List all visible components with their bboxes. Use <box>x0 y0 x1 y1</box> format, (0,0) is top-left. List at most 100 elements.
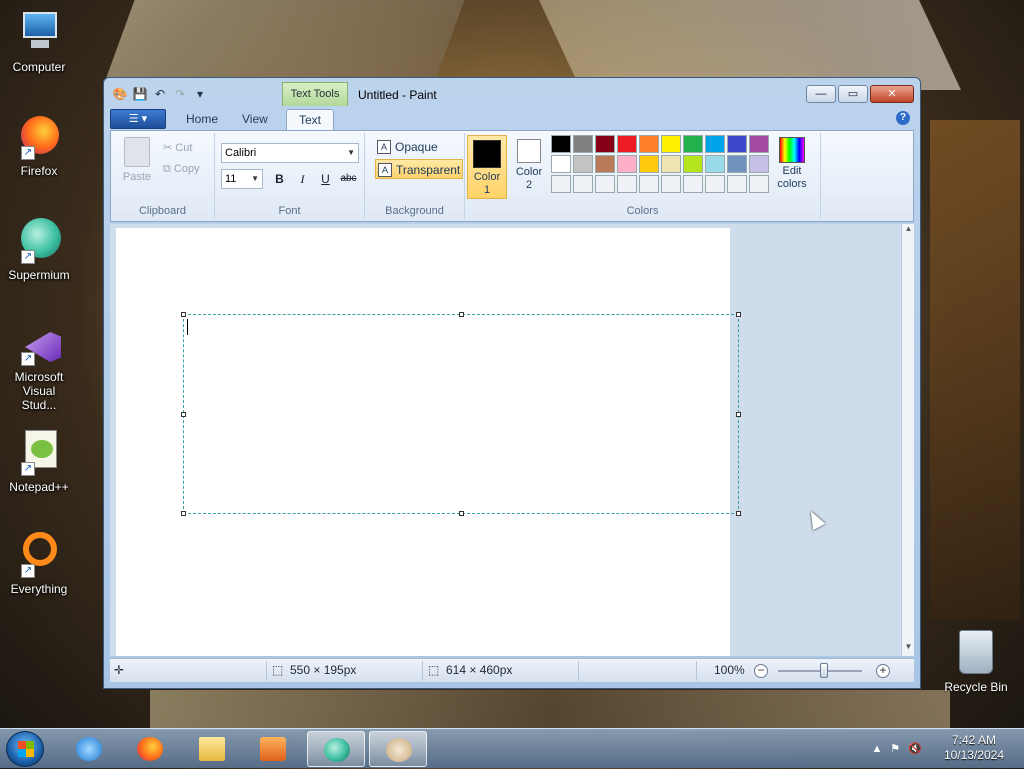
palette-swatch[interactable] <box>595 135 615 153</box>
customize-qat-icon[interactable]: ▾ <box>192 86 208 102</box>
strikethrough-button[interactable]: abc <box>338 169 359 189</box>
zoom-in-button[interactable]: + <box>876 664 890 678</box>
color2-button[interactable]: Color 2 <box>509 135 549 199</box>
resize-handle[interactable] <box>181 511 186 516</box>
help-icon[interactable]: ? <box>896 111 910 125</box>
transparent-button[interactable]: A Transparent <box>375 159 463 179</box>
minimize-button[interactable]: — <box>806 85 836 103</box>
palette-swatch[interactable] <box>617 175 637 193</box>
text-box[interactable] <box>181 312 741 516</box>
paint-menu-button[interactable]: ☰ ▾ <box>110 109 166 129</box>
start-button[interactable] <box>6 731 44 767</box>
scroll-down-icon[interactable]: ▼ <box>902 642 915 656</box>
palette-swatch[interactable] <box>573 155 593 173</box>
tab-text[interactable]: Text <box>286 109 335 130</box>
desktop-icon-label: Firefox <box>20 164 58 178</box>
desktop-icon-firefox[interactable]: ↗ Firefox <box>4 112 74 178</box>
palette-swatch[interactable] <box>639 155 659 173</box>
vertical-scrollbar[interactable]: ▲ ▼ <box>901 224 914 656</box>
desktop-icon-computer[interactable]: Computer <box>4 8 74 74</box>
taskbar-ie[interactable] <box>60 731 118 767</box>
desktop-icon-label: Supermium <box>8 268 70 282</box>
paste-button[interactable]: Paste <box>119 137 155 183</box>
shortcut-arrow-icon: ↗ <box>21 250 35 264</box>
bold-button[interactable]: B <box>269 169 290 189</box>
palette-swatch[interactable] <box>705 155 725 173</box>
resize-handle[interactable] <box>459 511 464 516</box>
zoom-slider-thumb[interactable] <box>820 663 829 678</box>
clock[interactable]: 7:42 AM 10/13/2024 <box>944 733 1004 763</box>
tab-view[interactable]: View <box>230 109 280 130</box>
palette-swatch[interactable] <box>727 155 747 173</box>
taskbar-paint[interactable] <box>369 731 427 767</box>
paste-label: Paste <box>122 171 152 183</box>
palette-swatch[interactable] <box>705 175 725 193</box>
desktop-icon-recycle-bin[interactable]: Recycle Bin <box>940 630 1012 694</box>
font-size-select[interactable]: 11 ▼ <box>221 169 263 189</box>
folder-icon <box>199 737 225 761</box>
resize-handle[interactable] <box>181 312 186 317</box>
scissors-icon: ✂ <box>163 142 176 154</box>
palette-swatch[interactable] <box>617 135 637 153</box>
italic-button[interactable]: I <box>292 169 313 189</box>
palette-swatch[interactable] <box>661 175 681 193</box>
save-icon[interactable]: 💾 <box>132 86 148 102</box>
desktop-icon-everything[interactable]: ↗ Everything <box>4 530 74 596</box>
palette-swatch[interactable] <box>639 135 659 153</box>
palette-swatch[interactable] <box>595 155 615 173</box>
action-center-icon[interactable]: ⚑ <box>888 742 902 756</box>
paint-app-icon[interactable]: 🎨 <box>112 86 128 102</box>
copy-button[interactable]: ⧉ Copy <box>163 163 200 176</box>
resize-handle[interactable] <box>736 312 741 317</box>
palette-swatch[interactable] <box>661 135 681 153</box>
close-button[interactable]: ✕ <box>870 85 914 103</box>
palette-swatch[interactable] <box>683 155 703 173</box>
resize-handle[interactable] <box>736 412 741 417</box>
undo-icon[interactable]: ↶ <box>152 86 168 102</box>
palette-swatch[interactable] <box>749 135 769 153</box>
taskbar-firefox[interactable] <box>121 731 179 767</box>
palette-swatch[interactable] <box>573 175 593 193</box>
group-label-font: Font <box>278 205 301 217</box>
palette-swatch[interactable] <box>683 135 703 153</box>
taskbar-explorer[interactable] <box>183 731 241 767</box>
resize-handle[interactable] <box>736 511 741 516</box>
title-bar[interactable]: 🎨 💾 ↶ ↷ ▾ Text Tools Untitled - Paint — … <box>104 78 920 108</box>
taskbar-media-player[interactable] <box>244 731 302 767</box>
maximize-button[interactable]: ▭ <box>838 85 868 103</box>
redo-icon[interactable]: ↷ <box>172 86 188 102</box>
scroll-up-icon[interactable]: ▲ <box>902 224 915 238</box>
underline-button[interactable]: U <box>315 169 336 189</box>
palette-swatch[interactable] <box>617 155 637 173</box>
volume-muted-icon[interactable]: 🔇 <box>908 742 922 756</box>
resize-handle[interactable] <box>459 312 464 317</box>
zoom-out-button[interactable]: − <box>754 664 768 678</box>
font-family-select[interactable]: Calibri ▼ <box>221 143 359 163</box>
tab-home[interactable]: Home <box>174 109 230 130</box>
palette-swatch[interactable] <box>551 135 571 153</box>
desktop-icon-supermium[interactable]: ↗ Supermium <box>4 216 74 282</box>
color1-button[interactable]: Color 1 <box>467 135 507 199</box>
cut-button[interactable]: ✂ Cut <box>163 141 192 154</box>
palette-swatch[interactable] <box>595 175 615 193</box>
palette-swatch[interactable] <box>639 175 659 193</box>
taskbar-supermium[interactable] <box>307 731 365 767</box>
palette-swatch[interactable] <box>727 175 747 193</box>
palette-swatch[interactable] <box>727 135 747 153</box>
opaque-button[interactable]: A Opaque <box>375 137 463 157</box>
palette-swatch[interactable] <box>705 135 725 153</box>
palette-swatch[interactable] <box>573 135 593 153</box>
palette-swatch[interactable] <box>749 175 769 193</box>
desktop-icon-notepadpp[interactable]: ↗ Notepad++ <box>4 428 74 494</box>
zoom-level: 100% <box>714 663 745 677</box>
edit-colors-button[interactable]: Edit colors <box>771 137 813 191</box>
palette-swatch[interactable] <box>551 155 571 173</box>
palette-swatch[interactable] <box>749 155 769 173</box>
show-hidden-icons-icon[interactable]: ▲ <box>870 742 884 756</box>
resize-handle[interactable] <box>181 412 186 417</box>
drawing-canvas[interactable] <box>116 228 741 656</box>
palette-swatch[interactable] <box>661 155 681 173</box>
palette-swatch[interactable] <box>551 175 571 193</box>
palette-swatch[interactable] <box>683 175 703 193</box>
desktop-icon-visual-studio[interactable]: ↗ Microsoft Visual Stud... <box>4 330 74 412</box>
